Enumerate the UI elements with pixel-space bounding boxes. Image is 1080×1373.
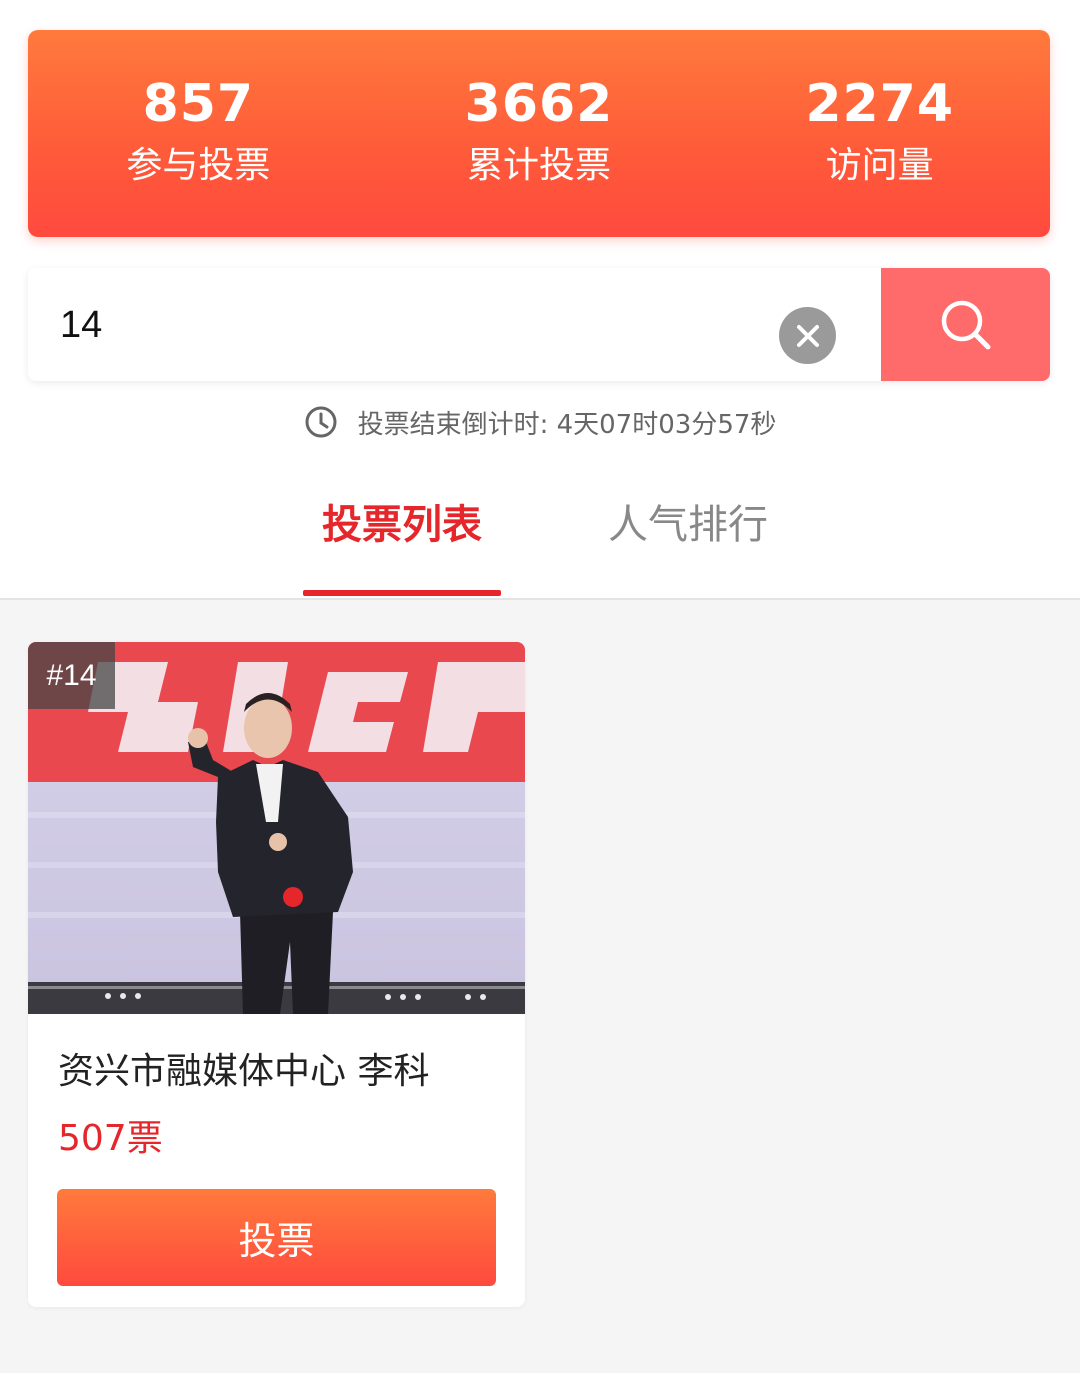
candidate-votes: 507票 bbox=[58, 1118, 163, 1159]
stats-banner: 857 参与投票 3662 累计投票 2274 访问量 bbox=[28, 30, 1050, 237]
candidate-number-badge: #14 bbox=[28, 642, 115, 709]
tab-bar: 投票列表 人气排行 bbox=[0, 470, 1080, 600]
search-bar bbox=[28, 268, 1050, 381]
vote-page: 857 参与投票 3662 累计投票 2274 访问量 14 投票结束倒计时: … bbox=[0, 0, 1080, 1373]
stat-value: 2274 bbox=[805, 74, 955, 134]
stat-label: 累计投票 bbox=[467, 145, 612, 186]
stat-label: 参与投票 bbox=[126, 145, 271, 186]
active-tab-indicator bbox=[303, 590, 501, 596]
clear-button[interactable] bbox=[779, 307, 836, 364]
stat-value: 857 bbox=[142, 74, 255, 134]
search-input[interactable] bbox=[58, 292, 762, 358]
vote-button[interactable]: 投票 bbox=[57, 1189, 496, 1286]
stat-label: 访问量 bbox=[825, 145, 934, 186]
clock-icon bbox=[304, 405, 338, 439]
search-button[interactable] bbox=[881, 268, 1050, 381]
countdown-text: 投票结束倒计时: 4天07时03分57秒 bbox=[357, 409, 777, 440]
tab-vote-list[interactable]: 投票列表 bbox=[303, 498, 501, 552]
candidate-name: 资兴市融媒体中心 李科 bbox=[58, 1051, 430, 1092]
candidate-card[interactable]: #14 资兴市融媒体中心 李科 507票 投票 bbox=[28, 642, 525, 1307]
countdown: 投票结束倒计时: 4天07时03分57秒 bbox=[0, 400, 1080, 444]
stat-participants: 857 参与投票 bbox=[28, 30, 369, 237]
close-icon bbox=[796, 324, 819, 347]
stat-value: 3662 bbox=[464, 74, 614, 134]
search-icon bbox=[941, 300, 990, 349]
stat-visits: 2274 访问量 bbox=[709, 30, 1050, 237]
candidate-photo[interactable]: #14 bbox=[28, 642, 525, 1014]
stat-total-votes: 3662 累计投票 bbox=[369, 30, 710, 237]
candidate-list: #14 资兴市融媒体中心 李科 507票 投票 bbox=[0, 600, 1080, 1373]
tab-popularity-ranking[interactable]: 人气排行 bbox=[608, 498, 768, 552]
